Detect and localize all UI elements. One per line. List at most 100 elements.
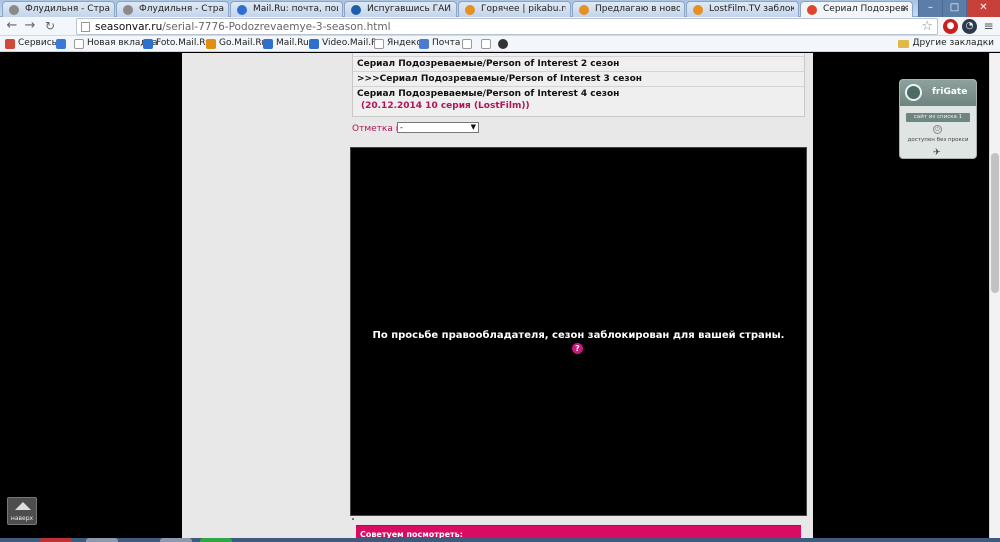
tab-seasonvar[interactable]: Сериал Подозреваемые ✕ [800,1,913,17]
extension-timer-icon[interactable]: ◔ [962,19,977,34]
bookmark-label: Foto.Mail.Ru [156,38,211,48]
dropdown-arrow-icon: ▼ [470,123,476,131]
bookmark-pochta[interactable]: Почта [419,38,461,49]
tab-lostfilm[interactable]: LostFilm.TV заблокиров [686,1,799,17]
bookmark-yandex[interactable]: Яндекс [374,38,422,49]
tab-favicon [465,5,475,15]
mail-icon [419,39,429,49]
bookmark-label: Mail.Ru [276,38,309,48]
go-mail-icon [206,39,216,49]
season-label: Сериал Подозреваемые/Person of Interest … [357,89,620,99]
foto-mail-icon [143,39,153,49]
back-arrow-icon[interactable]: ← [4,19,20,34]
tab-new-year[interactable]: Предлагаю в новогодн [572,1,685,17]
video-mail-icon [309,39,319,49]
tab-strip: Флудильня - Страница Флудильня - Страниц… [0,0,1000,17]
season-label: >>>Сериал Подозреваемые/Person of Intere… [357,74,642,84]
taskbar-item[interactable] [200,538,232,542]
forward-arrow-icon[interactable]: → [22,19,38,34]
address-bar[interactable]: seasonvar.ru/serial-7776-Podozrevaemye-3… [76,18,938,35]
tab-label: Флудильня - Страница [25,4,110,14]
help-icon[interactable]: ? [572,343,583,354]
bookmark-foto-mail[interactable]: Foto.Mail.Ru [143,38,211,49]
taskbar-item[interactable] [40,538,72,542]
season-link-2[interactable]: Сериал Подозреваемые/Person of Interest … [353,58,804,72]
tab-favicon [579,5,589,15]
bookmark-label: Яндекс [387,38,422,48]
minimize-icon[interactable]: – [918,0,942,17]
url-text: seasonvar.ru/serial-7776-Podozrevaemye-3… [95,21,391,33]
tab-label: LostFilm.TV заблокиров [709,4,794,14]
tab-pikabu[interactable]: Горячее | pikabu.ru - В [458,1,571,17]
reload-icon[interactable]: ↻ [42,19,58,34]
bookmarks-bar: Сервисы Новая вкладка Foto.Mail.Ru Go.Ma… [0,36,1000,52]
power-icon[interactable]: ⏻ [933,125,942,134]
frigate-list-badge: сайт из списка 1 [906,113,970,122]
video-player[interactable]: По просьбе правообладателя, сезон заблок… [350,147,807,516]
scroll-up-label: наверх [10,515,34,522]
close-tab-icon[interactable]: ✕ [901,4,909,14]
window-close-icon[interactable]: ✕ [966,0,1000,17]
menu-icon[interactable]: ≡ [981,19,996,34]
tab-label: Сериал Подозреваемые [823,4,908,14]
tab-flood-2[interactable]: Флудильня - Страница [116,1,229,17]
tab-label: Предлагаю в новогодн [595,4,680,14]
other-bookmarks[interactable]: Другие закладки [898,38,994,48]
window-controls: – □ ✕ [918,0,1000,17]
url-path: /serial-7776-Podozrevaemye-3-season.html [162,21,391,33]
page-icon [74,39,84,49]
bookmark-video-mail[interactable]: Video.Mail.Ru [309,38,383,49]
taskbar-item[interactable] [160,538,192,542]
mail-ru-icon [263,39,273,49]
tab-mail-ru[interactable]: Mail.Ru: почта, поиск в [230,1,343,17]
bookmark-mail-ru[interactable]: Mail.Ru [263,38,309,49]
folder-icon [898,40,910,48]
tab-favicon [123,5,133,15]
tab-label: Флудильня - Страница [139,4,224,14]
browser-toolbar: ← → ↻ seasonvar.ru/serial-7776-Podozreva… [0,17,1000,36]
page-icon [481,39,491,49]
scroll-up-button[interactable]: наверх [7,497,37,525]
tab-label: Mail.Ru: почта, поиск в [253,4,338,14]
apps-icon [5,39,15,49]
extension-red-icon[interactable]: ● [943,19,958,34]
tab-favicon [693,5,703,15]
tab-favicon [9,5,19,15]
mark-select[interactable]: - ▼ [397,122,479,133]
up-arrow-icon [15,502,31,510]
bookmark-label: Go.Mail.Ru [219,38,267,48]
page-icon [374,39,384,49]
pin-icon[interactable]: ✈ [933,148,941,158]
tab-gai[interactable]: Испугавшись ГАИ, так [344,1,457,17]
frigate-logo-icon [905,84,922,101]
taskbar [0,538,1000,542]
season-row-cut [353,53,804,57]
tab-favicon [807,5,817,15]
season-label: Сериал Подозреваемые/Person of Interest … [357,59,620,69]
mark-select-value: - [400,123,403,132]
season-date: (20.12.2014 10 серия (LostFilm)) [361,101,530,111]
frigate-widget[interactable]: friGate сайт из списка 1 ⏻ доступен без … [899,79,977,159]
frigate-title: friGate [932,87,968,97]
url-domain: seasonvar.ru [95,21,163,33]
separator-dot [352,518,354,520]
scrollbar-thumb[interactable] [991,153,999,293]
bookmark-label: Почта [432,38,461,48]
google-icon [56,39,66,49]
bookmark-services[interactable]: Сервисы [5,38,59,49]
page-viewport: Сериал Подозреваемые/Person of Interest … [0,53,989,542]
tab-favicon [237,5,247,15]
page-icon [462,39,472,49]
season-link-3[interactable]: >>>Сериал Подозреваемые/Person of Intere… [353,73,804,87]
bookmark-star-icon[interactable]: ☆ [921,19,933,34]
tab-favicon [351,5,361,15]
page-scrollbar[interactable] [989,53,1000,542]
tab-flood-1[interactable]: Флудильня - Страница [2,1,115,17]
frigate-status: доступен без прокси [907,137,969,143]
taskbar-item[interactable] [86,538,118,542]
dark-site-icon [498,39,508,49]
bookmark-go-mail[interactable]: Go.Mail.Ru [206,38,267,49]
maximize-icon[interactable]: □ [942,0,966,17]
season-link-4[interactable]: Сериал Подозреваемые/Person of Interest … [353,88,804,116]
frigate-header: friGate [900,80,976,106]
